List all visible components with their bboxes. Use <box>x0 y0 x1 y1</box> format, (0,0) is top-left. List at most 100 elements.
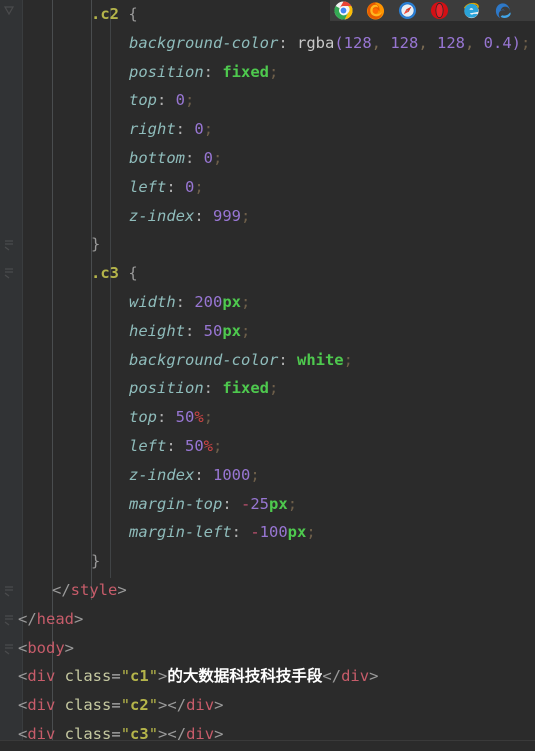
code-token: ; <box>269 62 279 81</box>
code-token: } <box>91 235 101 254</box>
code-token: head <box>36 609 74 628</box>
firefox-icon[interactable] <box>366 1 385 20</box>
code-token: 128 <box>437 33 465 52</box>
code-line[interactable]: } <box>0 547 535 576</box>
code-token: , <box>465 33 484 52</box>
code-token: : <box>194 465 213 484</box>
code-line[interactable]: </style> <box>0 576 535 605</box>
code-token: fixed <box>222 62 269 81</box>
edge-icon[interactable] <box>494 1 513 20</box>
code-line[interactable]: <body> <box>0 634 535 663</box>
code-token: c2 <box>130 696 149 715</box>
code-line[interactable]: } <box>0 230 535 259</box>
code-token: left <box>129 177 167 196</box>
code-token: z-index <box>129 206 195 225</box>
code-editor-content[interactable]: .c2 { background-color: rgba(128, 128, 12… <box>0 0 535 751</box>
code-token: ; <box>521 33 531 52</box>
code-token: - <box>250 523 260 542</box>
code-line[interactable]: bottom: 0; <box>0 144 535 173</box>
code-token: : <box>166 177 185 196</box>
code-token: 50 <box>203 321 223 340</box>
code-line[interactable]: margin-left: -100px; <box>0 518 535 547</box>
code-token: c1 <box>130 667 149 686</box>
code-line[interactable]: </head> <box>0 605 535 634</box>
code-token: 50 <box>175 408 195 427</box>
code-token: px <box>222 321 242 340</box>
code-token: rgba <box>296 33 335 52</box>
code-line[interactable]: z-index: 1000; <box>0 461 535 490</box>
code-token: .c3 <box>91 264 119 283</box>
code-line[interactable]: <div class="c1">的大数据科技科技手段</div> <box>0 662 535 691</box>
code-token: { <box>128 5 138 23</box>
code-line[interactable]: width: 200px; <box>0 288 535 317</box>
code-line[interactable]: margin-top: -25px; <box>0 490 535 519</box>
code-token: div <box>186 696 215 715</box>
code-token: = <box>111 696 121 715</box>
code-token: position <box>129 379 204 398</box>
code-token: top <box>129 408 157 427</box>
code-token: > <box>117 580 127 599</box>
code-token: px <box>269 494 288 513</box>
code-token: 100 <box>259 523 288 542</box>
code-token: ) <box>511 33 522 52</box>
code-token: fixed <box>222 379 269 398</box>
code-line[interactable]: right: 0; <box>0 115 535 144</box>
code-token: 128 <box>343 33 372 52</box>
code-line[interactable]: background-color: rgba(128, 128, 128, 0.… <box>0 29 535 58</box>
code-token: ; <box>213 436 223 455</box>
code-token: ; <box>203 408 214 427</box>
code-token: background-color <box>129 33 279 52</box>
code-line[interactable]: <div class="c2"></div> <box>0 691 535 720</box>
code-token: ( <box>334 33 344 52</box>
code-line[interactable]: left: 50%; <box>0 432 535 461</box>
opera-icon[interactable] <box>430 1 449 20</box>
safari-icon[interactable] <box>398 1 417 20</box>
code-line[interactable]: top: 0; <box>0 86 535 115</box>
code-token: .c2 <box>91 5 119 23</box>
code-line[interactable]: top: 50%; <box>0 403 535 432</box>
ie-icon[interactable] <box>462 1 481 20</box>
code-token: { <box>128 264 138 283</box>
code-token: < <box>18 638 28 657</box>
code-line[interactable]: z-index: 999; <box>0 202 535 231</box>
code-token: 1000 <box>213 465 251 484</box>
code-token: 128 <box>390 33 419 52</box>
code-token: : <box>185 148 204 167</box>
code-token: ; <box>185 91 195 110</box>
code-token: % <box>194 408 204 427</box>
code-token: : <box>203 62 223 81</box>
code-line[interactable]: background-color: white; <box>0 346 535 375</box>
code-line[interactable]: position: fixed; <box>0 58 535 87</box>
code-token: body <box>27 638 65 657</box>
editor-screen: .c2 { background-color: rgba(128, 128, 12… <box>0 0 535 751</box>
chrome-icon[interactable] <box>334 1 353 20</box>
code-line[interactable]: left: 0; <box>0 173 535 202</box>
browser-launch-toolbar[interactable] <box>330 0 535 21</box>
code-line[interactable]: .c3 { <box>0 259 535 288</box>
code-line[interactable]: position: fixed; <box>0 374 535 403</box>
code-token: 0 <box>185 177 195 196</box>
code-token: class <box>55 667 112 686</box>
code-token: ; <box>287 494 298 513</box>
code-token: < <box>18 696 28 715</box>
code-token: width <box>129 292 176 311</box>
code-token: div <box>27 696 56 715</box>
code-token: : <box>278 33 297 52</box>
code-token: z-index <box>129 465 195 484</box>
code-token: </ <box>167 696 187 715</box>
code-token: div <box>27 667 56 686</box>
code-token: > <box>158 696 168 715</box>
code-token: ; <box>269 379 279 398</box>
code-token: margin-left <box>129 523 232 542</box>
code-token: : <box>185 321 204 340</box>
code-token: height <box>129 321 185 340</box>
code-token: </ <box>18 609 37 628</box>
code-token: ; <box>343 350 353 369</box>
code-token: " <box>148 696 159 715</box>
code-token: : <box>222 494 241 513</box>
code-token: white <box>296 350 344 369</box>
code-line[interactable]: height: 50px; <box>0 317 535 346</box>
code-token: : <box>194 206 213 225</box>
code-token: " <box>120 696 131 715</box>
